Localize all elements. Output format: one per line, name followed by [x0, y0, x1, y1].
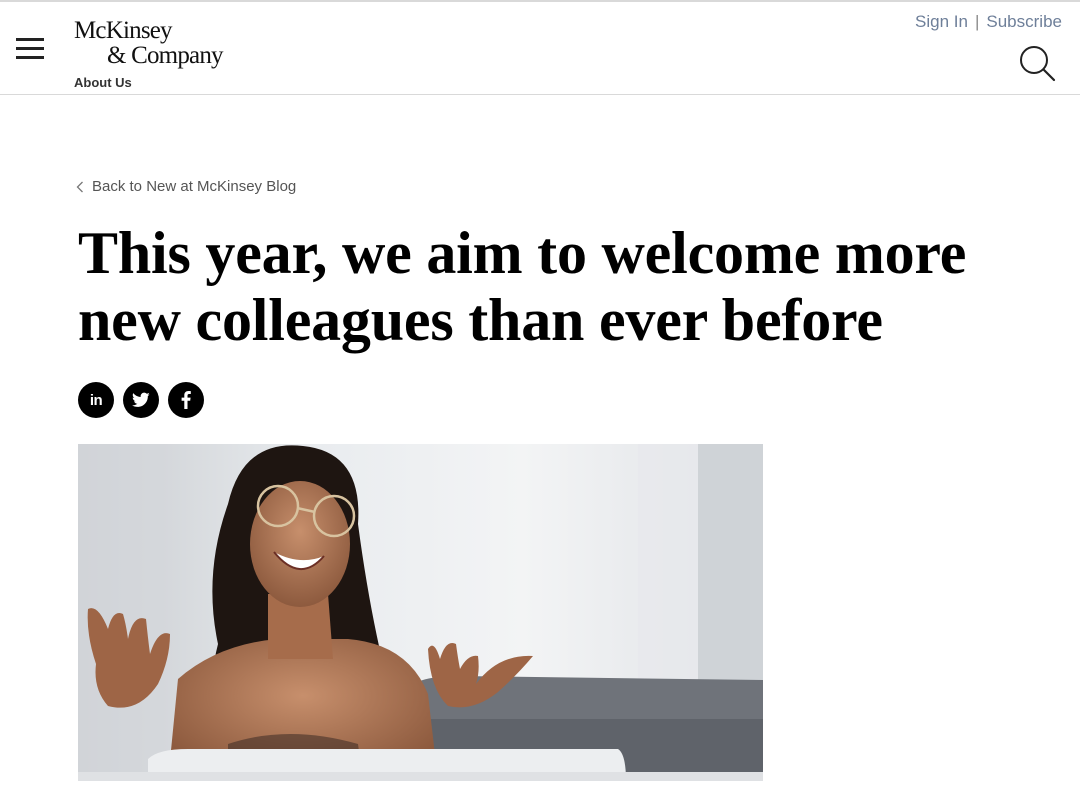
facebook-share-button[interactable]: [168, 382, 204, 418]
hero-image: [78, 444, 763, 781]
linkedin-share-button[interactable]: in: [78, 382, 114, 418]
site-header: McKinsey & Company About Us Sign In | Subs…: [0, 0, 1080, 95]
twitter-icon: [132, 392, 150, 407]
hero-photo: [78, 444, 763, 781]
search-icon[interactable]: [1018, 44, 1058, 84]
article-title: This year, we aim to welcome more new co…: [78, 220, 967, 353]
menu-bar: [16, 47, 44, 50]
back-to-blog-link[interactable]: Back to New at McKinsey Blog: [76, 178, 296, 195]
back-link-label: Back to New at McKinsey Blog: [92, 178, 297, 195]
twitter-share-button[interactable]: [123, 382, 159, 418]
hamburger-menu-icon[interactable]: [16, 38, 44, 62]
sign-in-link[interactable]: Sign In: [915, 12, 968, 31]
account-separator: |: [974, 12, 980, 31]
about-us-link[interactable]: About Us: [74, 75, 132, 90]
logo-line-2: & Company: [107, 42, 224, 69]
account-links: Sign In | Subscribe: [915, 12, 1062, 32]
menu-bar: [16, 38, 44, 41]
linkedin-icon: in: [89, 391, 103, 409]
social-share-bar: in: [78, 382, 204, 418]
menu-bar: [16, 56, 44, 59]
subscribe-link[interactable]: Subscribe: [986, 12, 1062, 31]
facebook-icon: [181, 391, 191, 409]
chevron-left-icon: [76, 181, 83, 192]
